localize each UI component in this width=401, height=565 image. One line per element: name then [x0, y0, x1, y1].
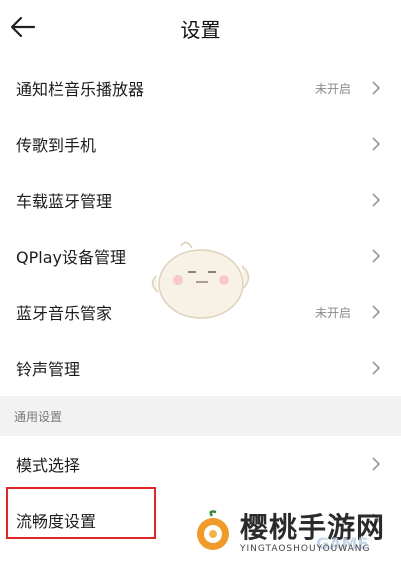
chevron-right-icon: [372, 81, 381, 95]
setting-label: 传歌到手机: [16, 136, 97, 155]
setting-label: QPlay设备管理: [16, 248, 126, 267]
section-header-general: 通用设置: [0, 396, 401, 436]
setting-status: 未开启: [314, 81, 351, 96]
chevron-right-icon: [372, 137, 381, 151]
setting-label: 车载蓝牙管理: [16, 192, 113, 211]
setting-row-mode-select[interactable]: 模式选择: [0, 436, 401, 492]
setting-label: 通知栏音乐播放器: [16, 80, 145, 99]
cherry-logo: [197, 510, 229, 550]
setting-row-car-bluetooth[interactable]: 车载蓝牙管理: [0, 172, 401, 228]
setting-row-ringtone[interactable]: 铃声管理: [0, 340, 401, 396]
setting-label: 蓝牙音乐管家: [16, 304, 113, 323]
page-title: 设置: [180, 18, 221, 42]
setting-row-notification-player[interactable]: 通知栏音乐播放器 未开启: [0, 60, 401, 116]
chevron-right-icon: [372, 193, 381, 207]
chevron-right-icon: [372, 305, 381, 319]
setting-label: 铃声管理: [16, 360, 81, 379]
highlight-annotation: [6, 487, 156, 539]
chevron-right-icon: [372, 457, 381, 471]
top-bar: 设置: [0, 0, 401, 58]
section-title: 通用设置: [14, 410, 63, 424]
chevron-right-icon: [372, 361, 381, 375]
mascot-illustration: [151, 241, 250, 319]
watermark-subtitle: YINGTAOSHOUYOUWANG: [240, 544, 371, 554]
setting-row-transfer-songs[interactable]: 传歌到手机: [0, 116, 401, 172]
chevron-right-icon: [372, 249, 381, 263]
setting-status: 未开启: [314, 305, 351, 320]
setting-label: 模式选择: [16, 456, 81, 475]
